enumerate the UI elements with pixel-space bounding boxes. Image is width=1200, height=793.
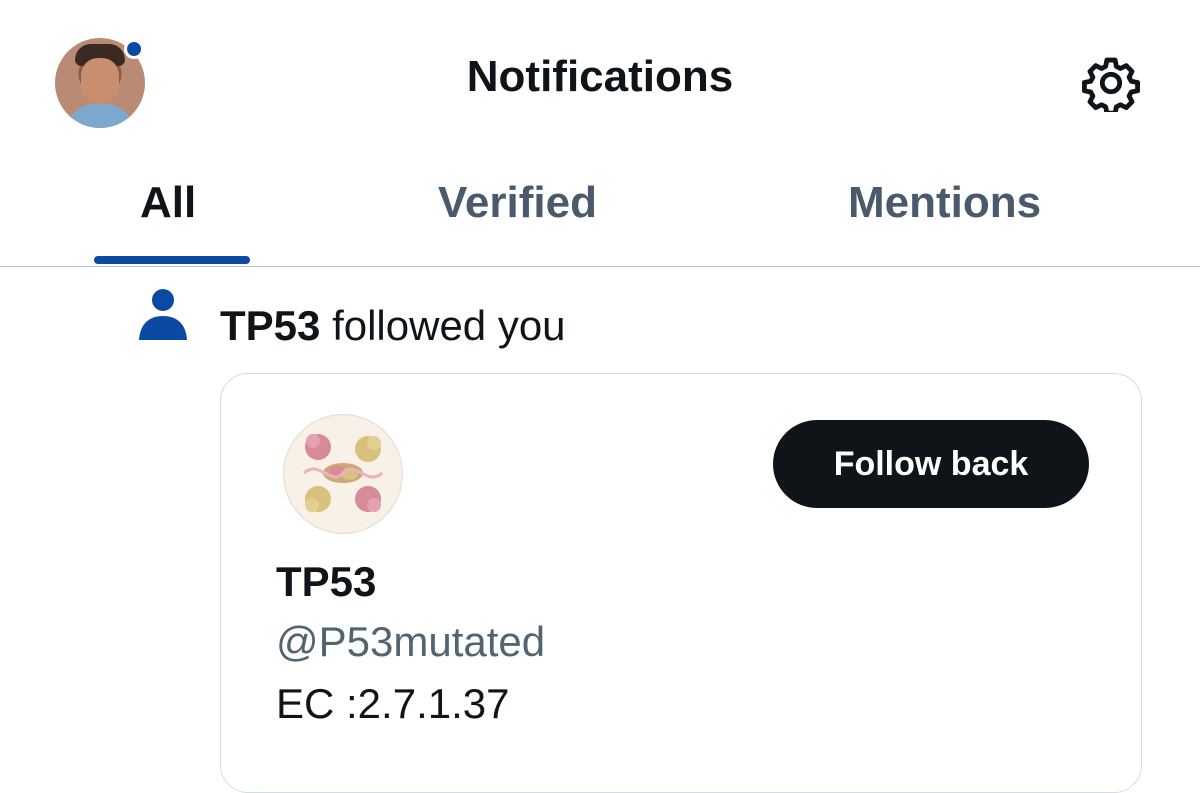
- follower-handle[interactable]: @P53mutated: [276, 618, 545, 666]
- notification-actor[interactable]: TP53: [220, 302, 320, 349]
- avatar-shirt: [65, 104, 135, 128]
- tab-all[interactable]: All: [140, 178, 196, 228]
- follow-back-button[interactable]: Follow back: [773, 420, 1089, 508]
- follower-bio: EC :2.7.1.37: [276, 680, 510, 727]
- follower-card[interactable]: Follow back TP53 @P53mutated EC :2.7.1.3…: [220, 373, 1142, 793]
- tab-verified[interactable]: Verified: [438, 178, 597, 228]
- active-tab-indicator: [94, 256, 250, 264]
- gear-icon[interactable]: [1082, 54, 1140, 112]
- notification-tabs: All Verified Mentions: [0, 160, 1200, 267]
- notification-action: followed you: [332, 302, 566, 349]
- page-title: Notifications: [466, 52, 734, 101]
- top-bar: Notifications: [0, 0, 1200, 160]
- follower-avatar[interactable]: [283, 414, 403, 534]
- tab-mentions[interactable]: Mentions: [848, 178, 1041, 228]
- notification-text: TP53 followed you: [220, 302, 566, 350]
- person-icon: [139, 289, 187, 340]
- follower-name[interactable]: TP53: [276, 558, 376, 606]
